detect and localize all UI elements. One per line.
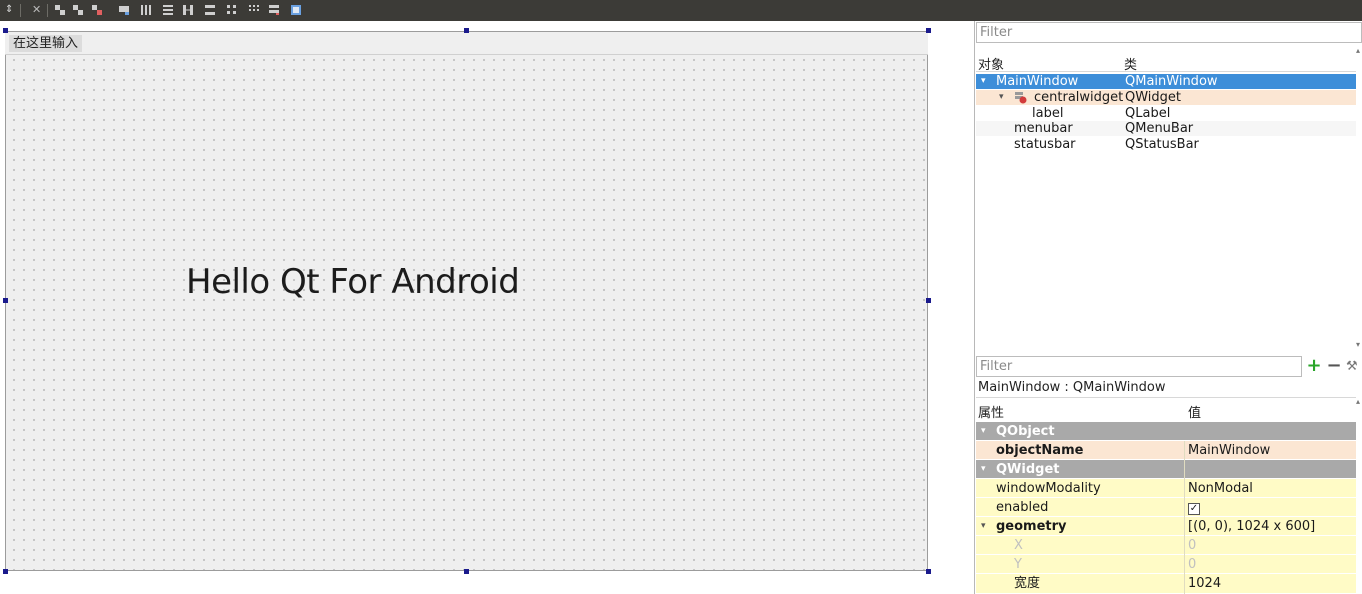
resize-handle-top[interactable] bbox=[464, 28, 469, 33]
close-icon[interactable]: ✕ bbox=[32, 4, 44, 16]
resize-handle-top-left[interactable] bbox=[3, 28, 8, 33]
toolbar-separator bbox=[47, 4, 48, 17]
form-editor-toolbar: ⇕ ✕ bbox=[0, 0, 1362, 21]
collapse-arrow-icon[interactable]: ▾ bbox=[981, 460, 986, 479]
tree-row-label[interactable]: label QLabel bbox=[976, 106, 1356, 121]
grid-layout-icon[interactable] bbox=[248, 4, 260, 16]
value-column-divider bbox=[1184, 441, 1185, 594]
tree-row-centralwidget[interactable]: ▾ centralwidget QWidget bbox=[976, 90, 1356, 105]
property-row-windowmodality[interactable]: windowModality NonModal bbox=[976, 479, 1356, 498]
scroll-down-arrow-icon[interactable]: ▾ bbox=[1356, 340, 1360, 349]
resize-handle-top-right[interactable] bbox=[926, 28, 931, 33]
scroll-up-arrow-icon[interactable]: ▴ bbox=[1356, 46, 1360, 55]
property-row-geometry[interactable]: ▾ geometry [(0, 0), 1024 x 600] bbox=[976, 517, 1356, 536]
splitter-horizontal-icon[interactable] bbox=[182, 4, 194, 16]
hello-label[interactable]: Hello Qt For Android bbox=[186, 262, 520, 302]
property-group-qobject[interactable]: ▾ QObject bbox=[976, 422, 1356, 441]
remove-dynamic-property-icon[interactable]: − bbox=[1326, 357, 1342, 376]
lay-out-horizontally-icon[interactable] bbox=[140, 4, 152, 16]
property-filter-input[interactable]: Filter bbox=[976, 356, 1302, 377]
spin-arrows-icon[interactable]: ⇕ bbox=[5, 4, 17, 16]
break-layout-icon[interactable] bbox=[268, 4, 280, 16]
edit-buddies-icon[interactable] bbox=[91, 4, 103, 16]
header-divider bbox=[976, 71, 1356, 72]
enabled-checkbox[interactable]: ✓ bbox=[1188, 498, 1200, 517]
tree-row-menubar[interactable]: menubar QMenuBar bbox=[976, 121, 1356, 136]
form-menubar[interactable]: 在这里输入 bbox=[5, 32, 928, 55]
checkmark-icon: ✓ bbox=[1188, 503, 1200, 515]
collapse-arrow-icon[interactable]: ▾ bbox=[981, 74, 986, 89]
object-inspector-filter-input[interactable]: Filter bbox=[976, 22, 1362, 43]
layout-horizontal-icon[interactable] bbox=[54, 4, 66, 16]
adjust-size-icon[interactable] bbox=[290, 4, 302, 16]
property-row-objectname[interactable]: objectName MainWindow bbox=[976, 441, 1356, 460]
object-inspector-scrollbar[interactable]: ▴ ▾ bbox=[1356, 44, 1362, 354]
resize-handle-left[interactable] bbox=[3, 298, 8, 303]
collapse-arrow-icon[interactable]: ▾ bbox=[981, 422, 986, 441]
resize-handle-bottom-left[interactable] bbox=[3, 569, 8, 574]
toolbar-separator bbox=[20, 4, 21, 17]
collapse-arrow-icon[interactable]: ▾ bbox=[999, 90, 1004, 105]
tree-row-statusbar[interactable]: statusbar QStatusBar bbox=[976, 137, 1356, 152]
resize-handle-bottom[interactable] bbox=[464, 569, 469, 574]
splitter-vertical-icon[interactable] bbox=[204, 4, 216, 16]
property-editor-scrollbar[interactable]: ▴ bbox=[1356, 397, 1362, 594]
property-row-y[interactable]: Y 0 bbox=[976, 555, 1356, 574]
lay-out-vertically-icon[interactable] bbox=[162, 4, 174, 16]
property-row-width[interactable]: 宽度 1024 bbox=[976, 574, 1356, 594]
title-divider bbox=[976, 397, 1362, 398]
property-editor-title: MainWindow : QMainWindow bbox=[978, 380, 1166, 395]
layout-vertical-icon[interactable] bbox=[72, 4, 84, 16]
configure-wrench-icon[interactable]: ⚒ bbox=[1346, 357, 1360, 376]
layout-broken-icon bbox=[1014, 91, 1027, 104]
column-header-value[interactable]: 值 bbox=[1188, 402, 1201, 421]
collapse-arrow-icon[interactable]: ▾ bbox=[981, 517, 986, 536]
tree-row-mainwindow[interactable]: ▾ MainWindow QMainWindow bbox=[976, 74, 1356, 89]
form-layout-icon[interactable] bbox=[226, 4, 238, 16]
property-group-qwidget[interactable]: ▾ QWidget bbox=[976, 460, 1356, 479]
tab-order-icon[interactable] bbox=[118, 4, 130, 16]
property-row-enabled[interactable]: enabled ✓ bbox=[976, 498, 1356, 517]
property-row-x[interactable]: X 0 bbox=[976, 536, 1356, 555]
add-dynamic-property-icon[interactable]: + bbox=[1304, 357, 1324, 376]
scroll-up-arrow-icon[interactable]: ▴ bbox=[1356, 397, 1360, 406]
resize-handle-bottom-right[interactable] bbox=[926, 569, 931, 574]
column-header-property[interactable]: 属性 bbox=[978, 402, 1004, 421]
resize-handle-right[interactable] bbox=[926, 298, 931, 303]
menubar-type-here-item[interactable]: 在这里输入 bbox=[9, 35, 83, 52]
